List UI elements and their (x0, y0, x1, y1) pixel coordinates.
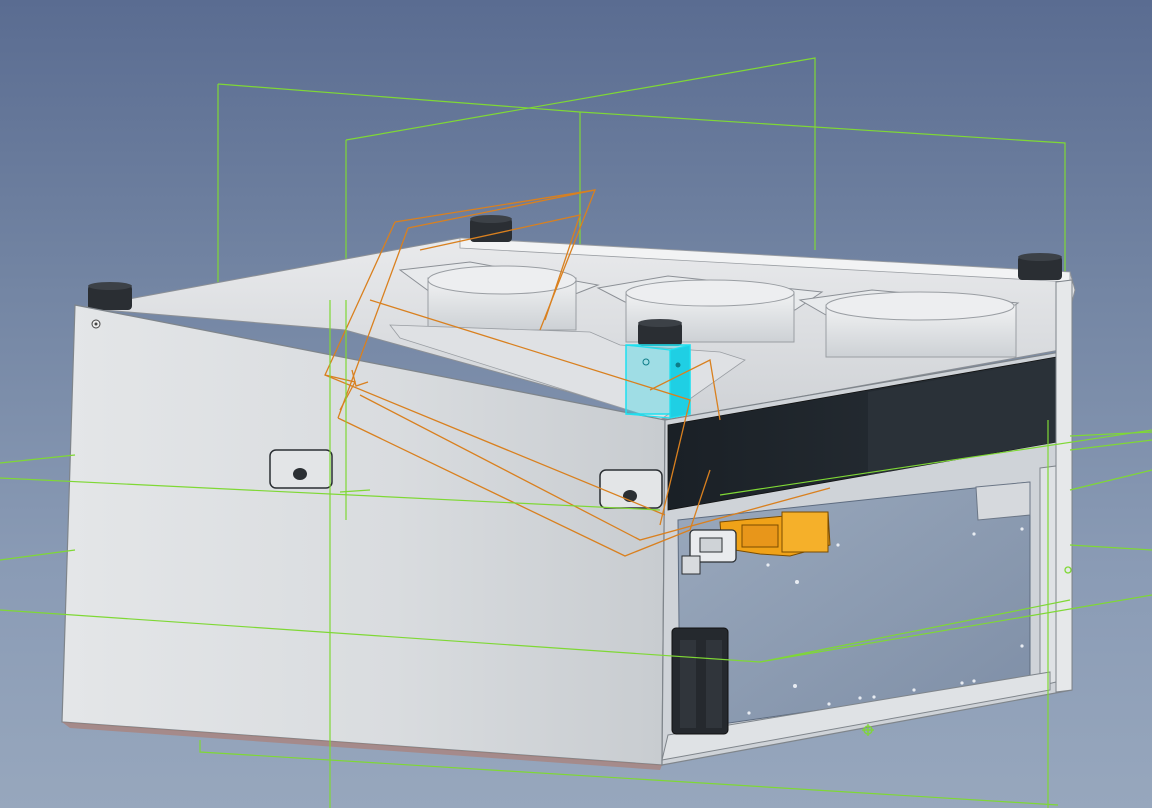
model-canvas[interactable] (0, 0, 1152, 808)
side-handle-left[interactable] (269, 449, 333, 489)
selected-bracket[interactable] (625, 344, 691, 419)
cad-viewport[interactable] (0, 0, 1152, 808)
battery-block[interactable] (671, 627, 729, 735)
side-handle-right[interactable] (599, 469, 663, 509)
top-fan-3[interactable] (798, 289, 1020, 358)
